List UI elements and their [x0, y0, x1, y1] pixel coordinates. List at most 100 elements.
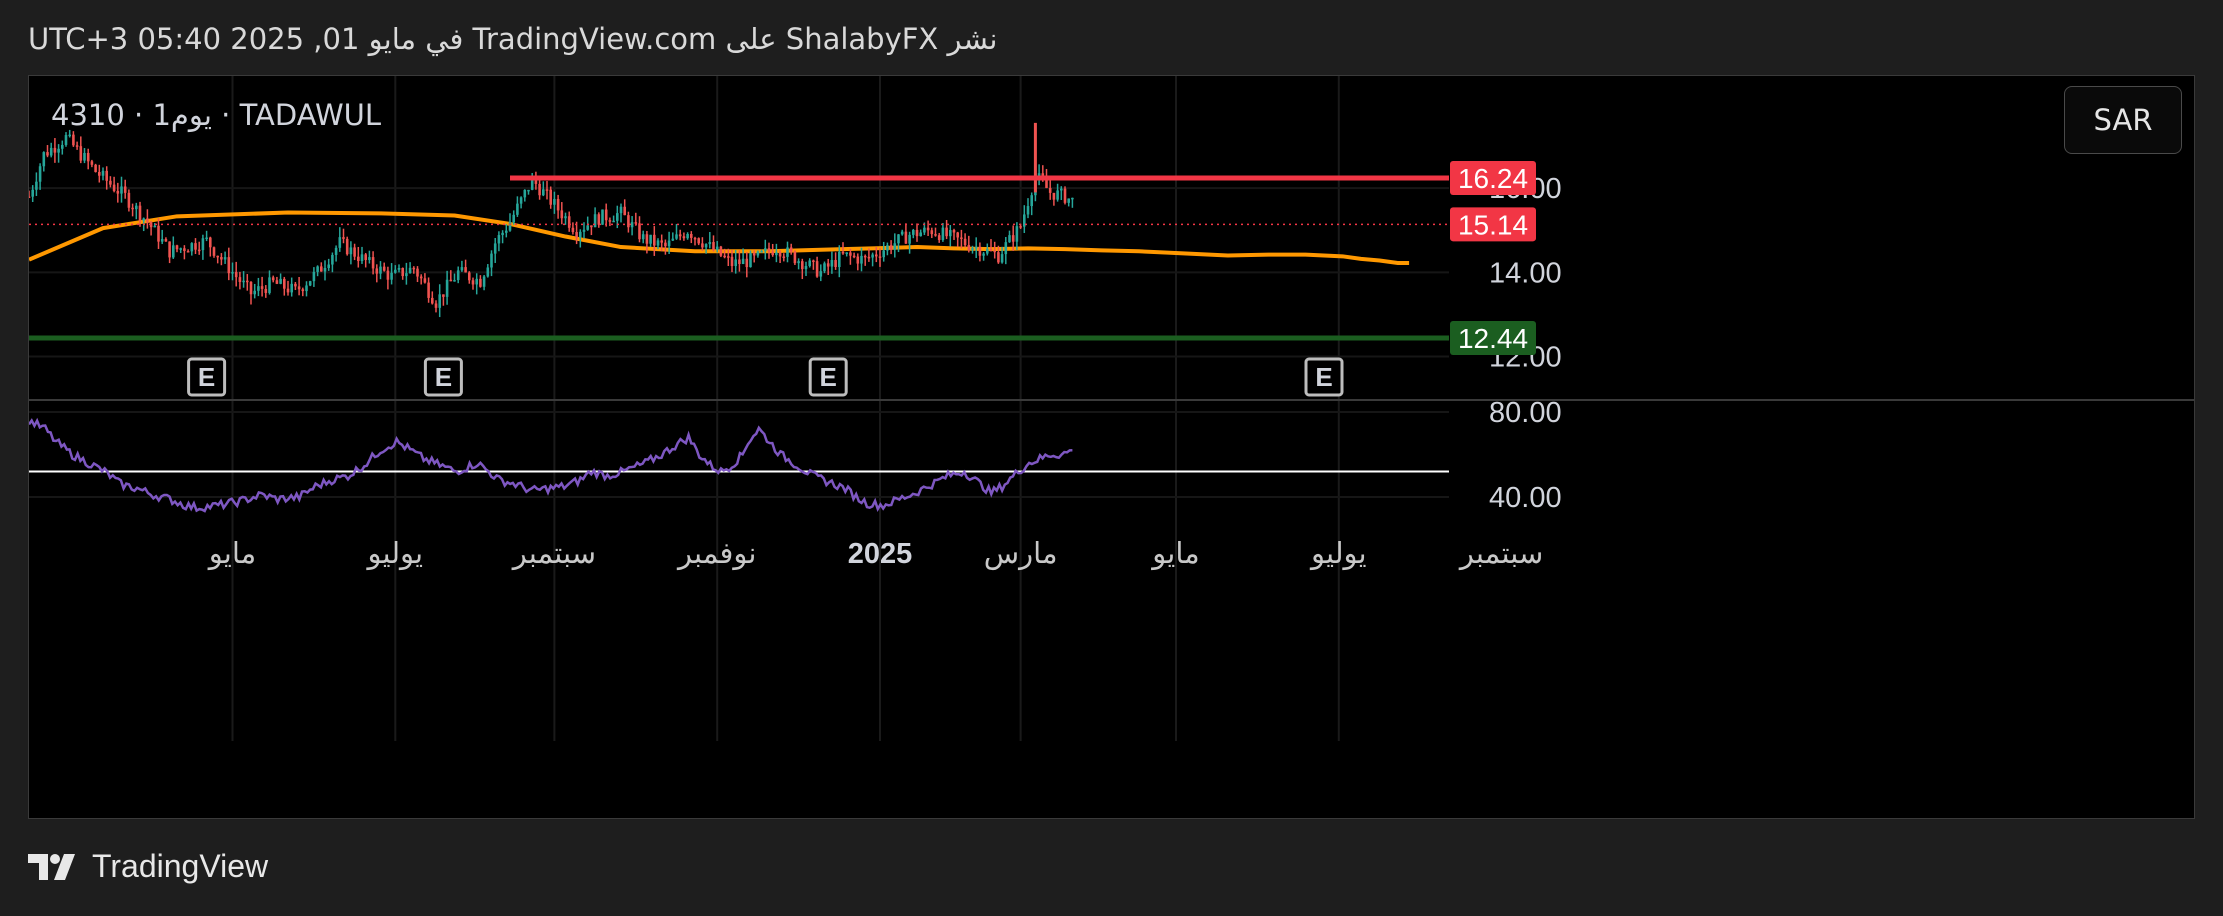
candle-body — [538, 183, 541, 196]
candle-body — [823, 263, 826, 272]
candle-body — [364, 254, 367, 261]
candle-body — [590, 225, 593, 228]
x-tick-label: سبتمبر — [511, 538, 596, 571]
candle-body — [431, 297, 434, 304]
candle-body — [257, 286, 260, 291]
candle-body — [456, 270, 460, 281]
x-tick-label: يوليو — [365, 538, 423, 571]
candle-body — [997, 252, 1000, 263]
candle-body — [982, 253, 985, 256]
candle-body — [616, 213, 619, 221]
candle-body — [723, 255, 726, 258]
candle-body — [775, 252, 778, 256]
candle-body — [246, 280, 249, 283]
candle-body — [863, 255, 867, 258]
candle-body — [797, 261, 800, 264]
candle-body — [394, 269, 397, 273]
candle-body — [690, 234, 693, 238]
candle-body — [297, 286, 301, 290]
candle-body — [878, 256, 882, 258]
candle-body — [686, 234, 689, 239]
candle-body — [301, 289, 305, 292]
candle-body — [989, 248, 993, 251]
candle-body — [697, 238, 700, 244]
candle-body — [253, 290, 256, 295]
candle-body — [183, 248, 186, 252]
candle-body — [379, 266, 382, 274]
candle-body — [120, 186, 123, 194]
candle-body — [153, 225, 157, 228]
chart-panel[interactable]: EEEE16.0014.0012.0016.2415.1412.4480.004… — [28, 75, 2195, 819]
candle-body — [342, 237, 345, 239]
candle-body — [249, 281, 253, 295]
candle-body — [771, 251, 774, 256]
candle-body — [327, 264, 330, 268]
chart-canvas[interactable]: EEEE16.0014.0012.0016.2415.1412.4480.004… — [29, 76, 2195, 819]
candle-body — [1004, 242, 1008, 255]
candle-body — [157, 225, 160, 242]
candle-body — [231, 272, 234, 274]
candle-body — [146, 218, 149, 223]
candle-body — [601, 209, 604, 225]
candle-body — [597, 214, 601, 225]
candle-body — [738, 259, 741, 265]
candle-body — [397, 267, 401, 270]
currency-button[interactable]: SAR — [2064, 86, 2182, 154]
candle-body — [135, 205, 138, 210]
candle-body — [127, 192, 131, 208]
candle-body — [893, 243, 897, 250]
candle-body — [401, 267, 404, 277]
candle-body — [86, 152, 90, 162]
candle-body — [912, 229, 915, 235]
candle-body — [475, 278, 478, 285]
candle-body — [453, 280, 456, 282]
support-tag-label: 12.44 — [1458, 323, 1528, 354]
candle-body — [98, 171, 101, 176]
candle-body — [941, 227, 945, 240]
candle-body — [719, 246, 723, 256]
candle-body — [886, 245, 889, 251]
candle-body — [375, 268, 379, 274]
candle-body — [223, 257, 227, 260]
publish-info: نشر ShalabyFX على TradingView.com في ماي… — [28, 22, 998, 56]
candle-body — [264, 288, 268, 293]
candle-body — [963, 238, 967, 246]
candle-body — [83, 152, 86, 161]
candle-body — [109, 180, 112, 185]
candle-body — [1030, 195, 1033, 207]
candle-body — [908, 234, 911, 244]
candle-body — [586, 225, 589, 230]
candle-body — [353, 247, 356, 257]
candle-body — [623, 206, 626, 216]
candle-body — [1008, 235, 1011, 243]
candle-body — [804, 266, 808, 270]
candle-body — [627, 215, 630, 228]
candle-body — [290, 283, 293, 293]
candle-body — [1026, 206, 1030, 215]
candle-body — [579, 231, 582, 238]
candle-body — [405, 273, 408, 277]
candle-body — [649, 234, 652, 244]
candle-body — [1067, 198, 1070, 203]
candle-body — [131, 207, 134, 210]
candle-body — [46, 152, 49, 156]
candle-body — [275, 280, 279, 284]
candle-body — [427, 282, 430, 298]
candle-body — [323, 267, 327, 272]
candle-body — [789, 247, 793, 252]
candle-body — [220, 257, 223, 260]
candle-body — [279, 278, 282, 284]
candle-body — [838, 251, 841, 268]
moving-average-line — [29, 210, 1410, 266]
candle-body — [501, 232, 504, 236]
candle-body — [305, 285, 308, 292]
candle-body — [160, 239, 164, 242]
candle-body — [268, 277, 271, 293]
candle-body — [227, 257, 231, 274]
candle-body — [357, 256, 360, 262]
candle-body — [519, 197, 523, 204]
candle-body — [949, 230, 952, 237]
candle-body — [682, 236, 686, 239]
candle-body — [560, 210, 564, 219]
candle-body — [382, 266, 386, 271]
